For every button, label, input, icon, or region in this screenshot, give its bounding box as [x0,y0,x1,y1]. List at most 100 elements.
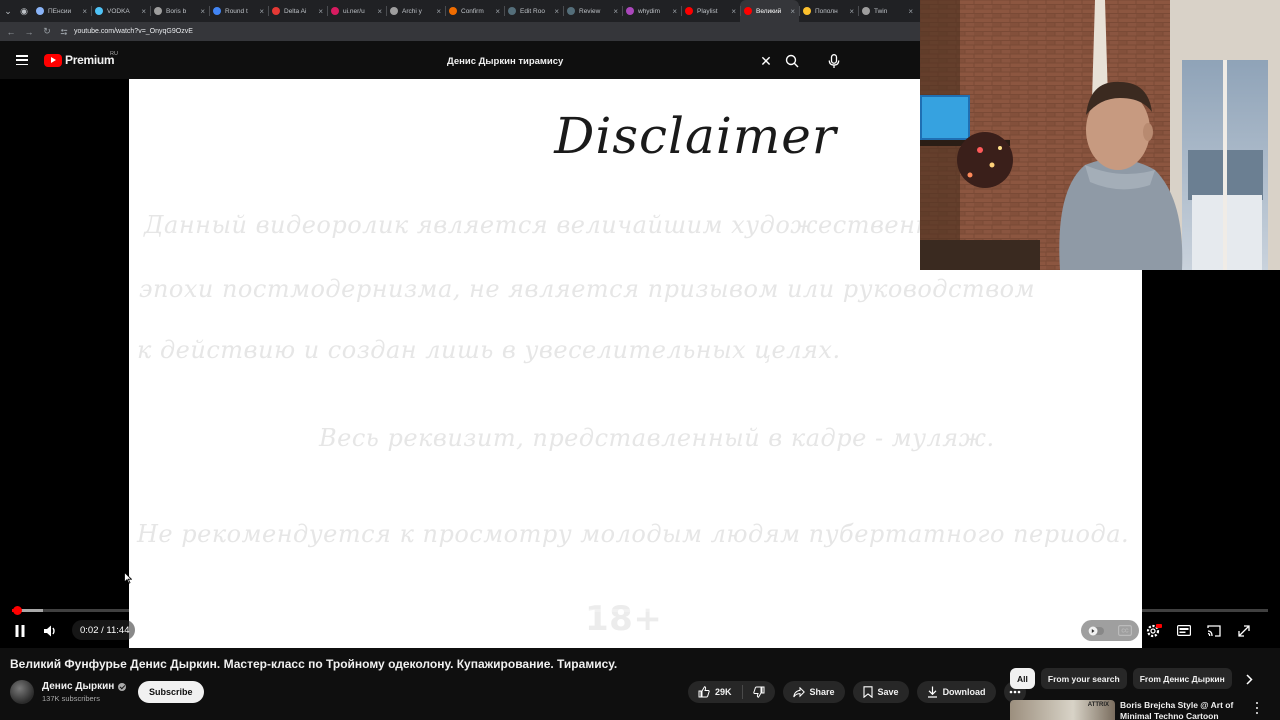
browser-tab[interactable]: Playlist × [681,0,740,22]
browser-tab[interactable]: Twin × [858,0,917,22]
related-more-icon[interactable] [1252,701,1262,715]
chip-all[interactable]: All [1010,668,1035,689]
tab-close-icon[interactable]: × [82,7,87,16]
tab-close-icon[interactable]: × [731,7,736,16]
video-actions: 29K Share Save Download [688,681,1026,703]
related-video-thumbnail[interactable]: ATTRIX [1010,700,1115,720]
back-arrow-icon[interactable]: ← [6,27,16,37]
tab-close-icon[interactable]: × [790,7,795,16]
tab-title: Archi y [402,7,422,15]
tab-close-icon[interactable]: × [849,7,854,16]
browser-logo-icon: ◉ [20,5,28,16]
tab-title: Boris b [166,7,187,15]
address-bar: ← → ↻ youtube.com/watch?v=_OnyqG9OzvE [0,22,920,41]
download-button[interactable]: Download [916,681,996,703]
tab-favicon-icon [390,7,398,15]
related-video-title[interactable]: Boris Brejcha Style @ Art of Minimal Tec… [1120,700,1240,720]
channel-avatar[interactable] [10,680,34,704]
autoplay-toggle[interactable]: CC [1081,620,1139,641]
tab-favicon-icon [508,7,516,15]
scrubber-handle[interactable] [12,606,22,615]
clear-search-icon[interactable]: ✕ [755,50,777,72]
browser-tab[interactable]: ПЕнсии × [32,0,91,22]
webcam-image [920,0,1280,270]
tab-close-icon[interactable]: × [318,7,323,16]
subtitles-icon[interactable]: CC [1118,625,1132,636]
fullscreen-button[interactable] [1229,619,1259,642]
youtube-premium-logo[interactable]: Premium RU [44,51,118,67]
browser-tab[interactable]: Пополн × [799,0,858,22]
download-label: Download [942,687,986,697]
tab-favicon-icon [626,7,634,15]
share-button[interactable]: Share [782,681,845,703]
chip-from-search[interactable]: From your search [1040,668,1127,689]
miniplayer-button[interactable] [1169,619,1199,642]
tab-close-icon[interactable]: × [141,7,146,16]
browser-tab[interactable]: VODKA × [91,0,150,22]
tab-close-icon[interactable]: × [259,7,264,16]
tab-close-icon[interactable]: × [908,7,913,16]
browser-tab[interactable]: Великий × [740,0,799,22]
browser-tab-strip: ⌄ ◉ ПЕнсии × VODKA × Boris b × Round t × Delta A… [0,0,920,22]
chip-from-channel[interactable]: From Денис Дыркин [1132,668,1232,689]
browser-tab[interactable]: Archi y × [386,0,445,22]
tab-title: Delta Ai [284,7,307,15]
save-button[interactable]: Save [852,681,909,703]
tab-title: Playlist [697,7,718,15]
slide-line: Весь реквизит, представленный в кадре - … [319,424,995,452]
browser-tab[interactable]: Confirm × [445,0,504,22]
forward-arrow-icon[interactable]: → [24,27,34,37]
share-label: Share [809,687,835,697]
tab-close-icon[interactable]: × [495,7,500,16]
tab-favicon-icon [862,7,870,15]
voice-search-button[interactable] [822,49,846,73]
tab-favicon-icon [272,7,280,15]
site-info-icon[interactable] [60,28,68,36]
url-field[interactable]: youtube.com/watch?v=_OnyqG9OzvE [60,25,193,39]
mouse-cursor-icon [124,572,132,584]
browser-tab[interactable]: whydim × [622,0,681,22]
bookmark-icon [862,686,873,698]
browser-tab[interactable]: Review × [563,0,622,22]
browser-tab[interactable]: Boris b × [150,0,209,22]
like-button[interactable]: 29K [688,681,742,703]
tab-close-icon[interactable]: × [436,7,441,16]
search-icon [785,54,799,68]
reload-icon[interactable]: ↻ [42,26,52,37]
progress-bar[interactable] [12,606,1268,615]
settings-gear-icon [1146,623,1162,637]
mute-button[interactable] [42,622,60,640]
search-input[interactable] [437,49,755,73]
dislike-button[interactable] [743,681,775,703]
slide-line: эпохи постмодернизма, не является призыв… [139,275,1036,303]
pause-button[interactable] [11,622,29,640]
search-button[interactable] [780,49,804,73]
video-title: Великий Фунфурье Денис Дыркин. Мастер-кл… [10,657,618,671]
tab-search-chevron-icon[interactable]: ⌄ [0,0,16,22]
tab-title: Review [579,7,601,15]
browser-tab[interactable]: Round t × [209,0,268,22]
tab-close-icon[interactable]: × [672,7,677,16]
logo-text: Premium [65,53,115,67]
subscribe-button[interactable]: Subscribe [138,681,204,703]
webcam-overlay [920,0,1280,270]
settings-button[interactable] [1139,619,1169,642]
tab-close-icon[interactable]: × [377,7,382,16]
channel-name-link[interactable]: Денис Дыркин [42,681,127,692]
subscriber-count: 137K subscribers [42,694,100,703]
time-display: 0:02 / 11:44 [72,620,136,640]
cast-button[interactable] [1199,619,1229,642]
more-horizontal-icon [1009,690,1020,694]
chips-next-button[interactable] [1240,669,1258,689]
tab-close-icon[interactable]: × [554,7,559,16]
cast-icon [1207,624,1221,637]
tab-close-icon[interactable]: × [613,7,618,16]
browser-tab[interactable]: Delta Ai × [268,0,327,22]
browser-tab[interactable]: ui.ner/u × [327,0,386,22]
miniplayer-icon [1177,625,1191,636]
browser-tab[interactable]: Edit Roo × [504,0,563,22]
menu-icon[interactable] [16,55,28,65]
microphone-icon [828,53,840,68]
age-rating: 18+ [585,599,663,639]
tab-close-icon[interactable]: × [200,7,205,16]
